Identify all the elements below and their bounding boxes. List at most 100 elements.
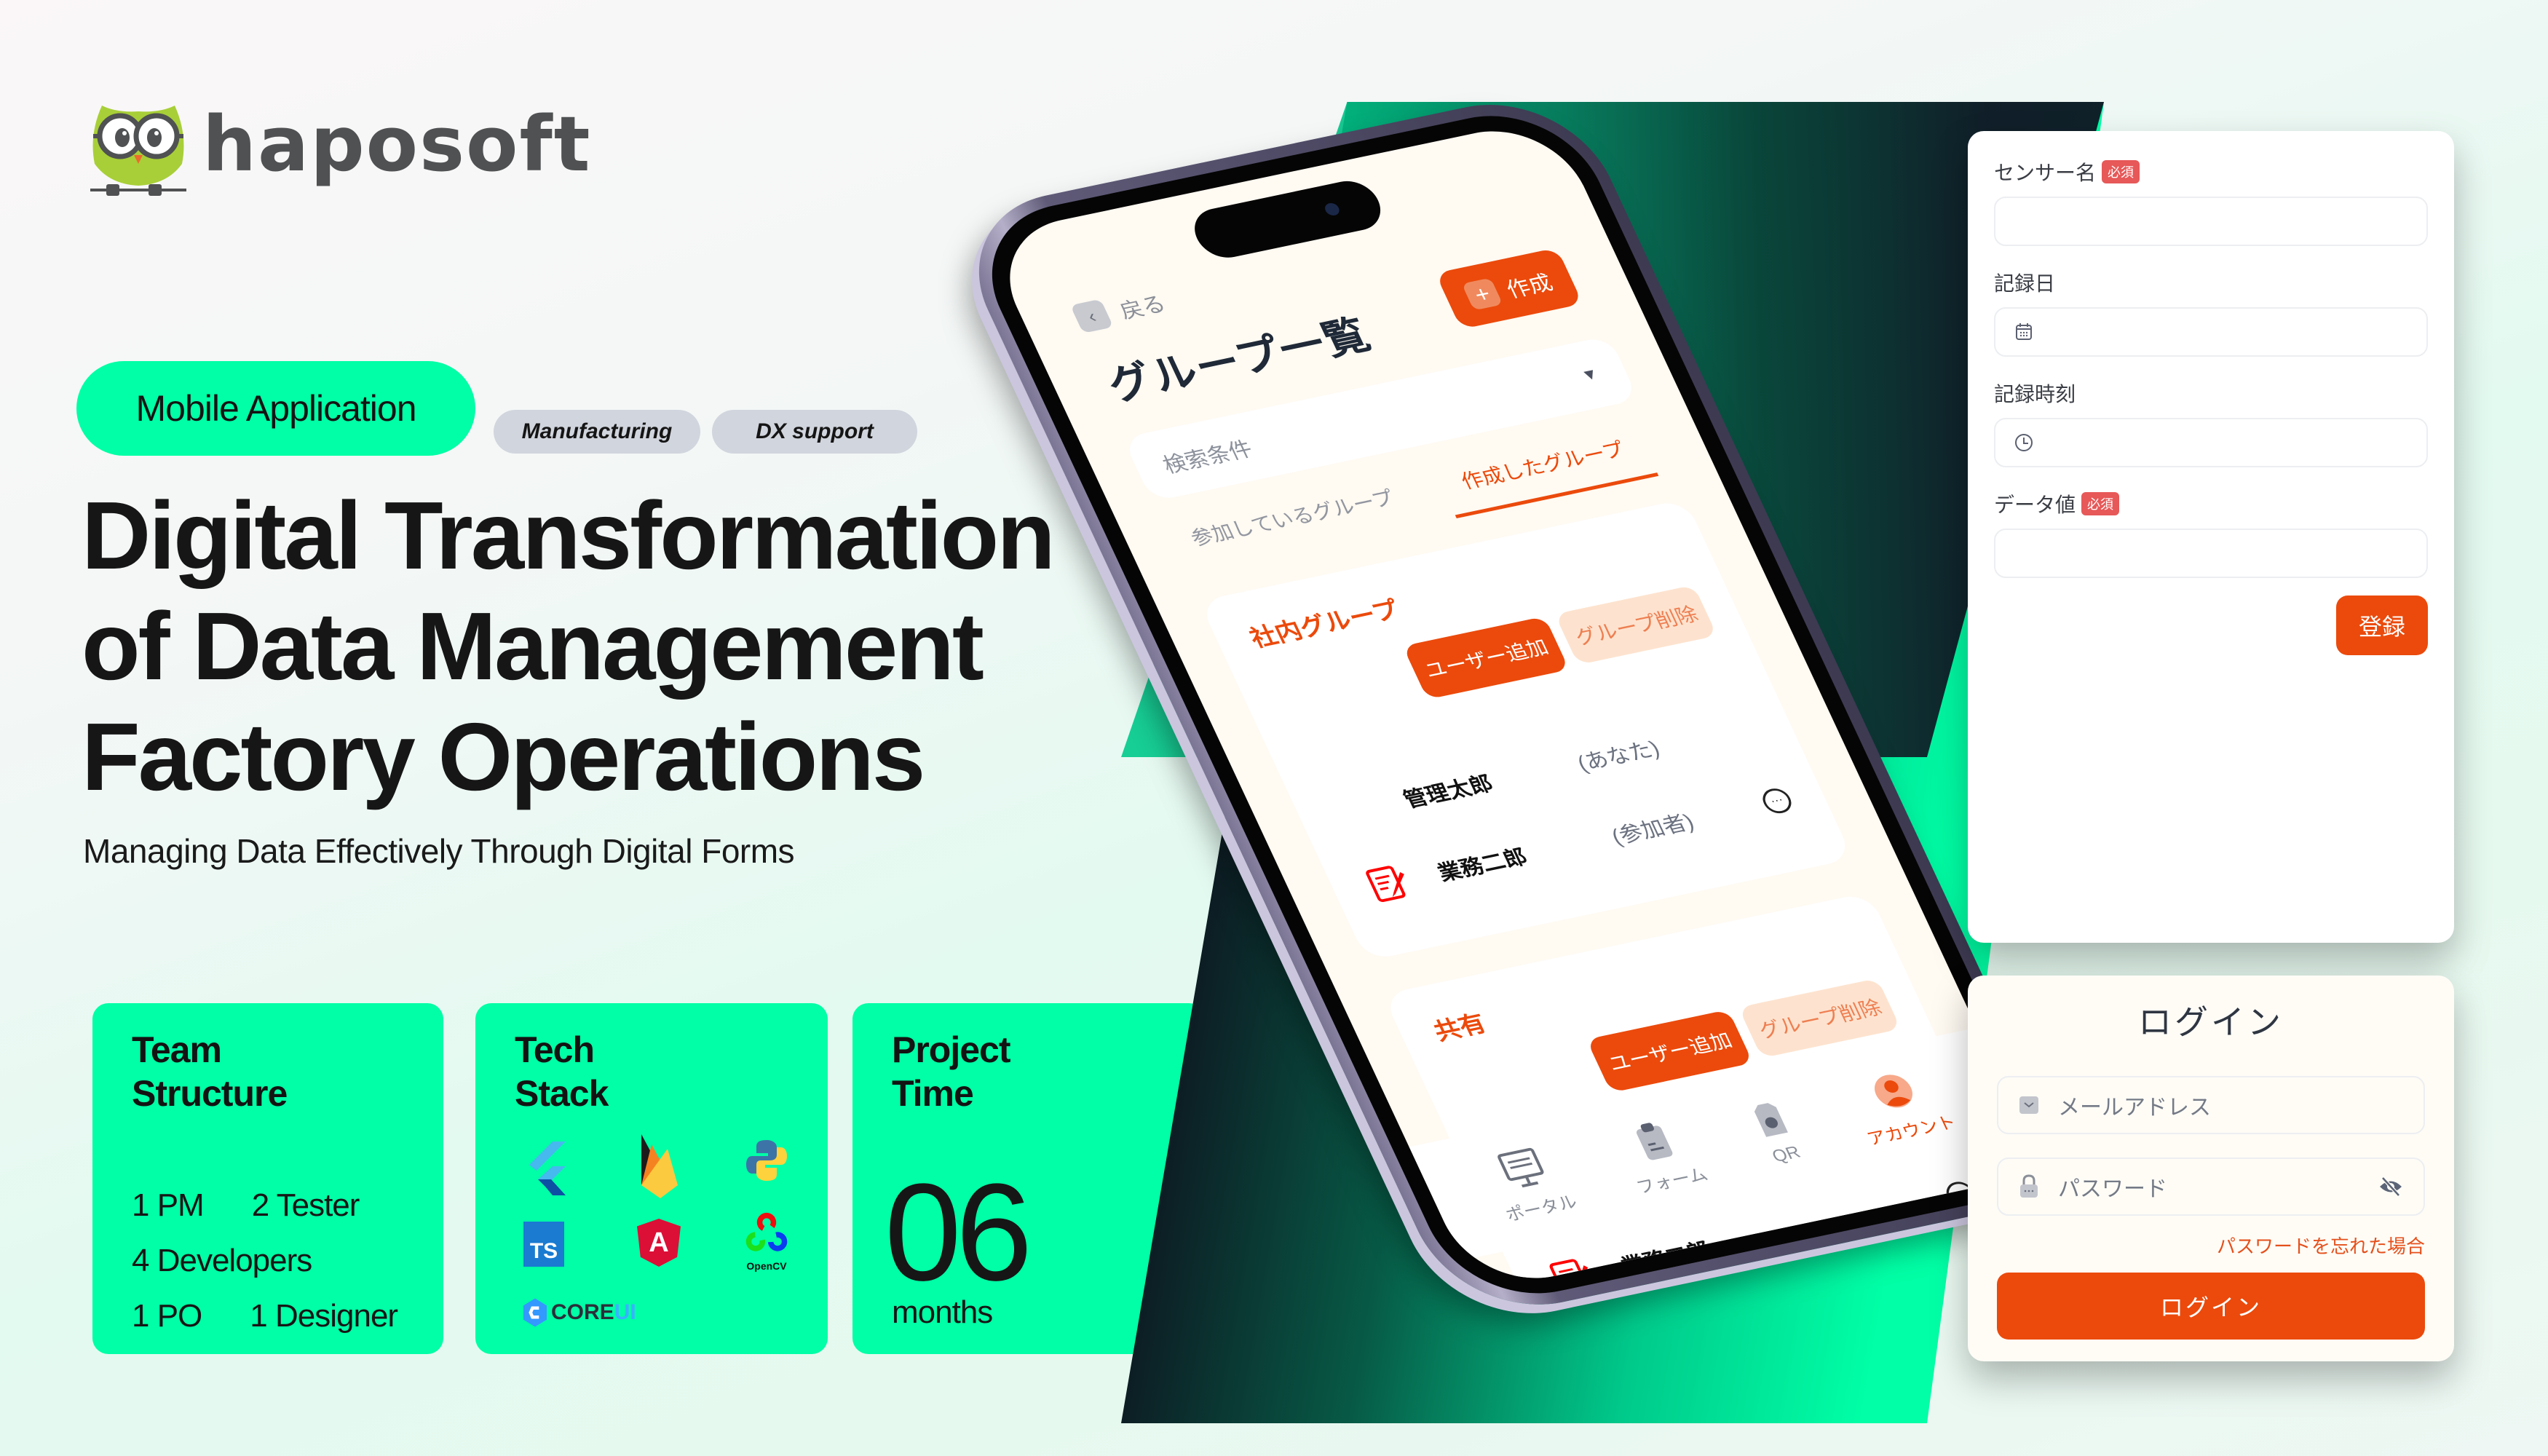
card-title-line: Time bbox=[892, 1073, 974, 1114]
card-title-line: Team bbox=[132, 1029, 222, 1070]
chevron-left-icon: ‹ bbox=[1069, 298, 1114, 333]
field-label-text: 記録時刻 bbox=[1994, 383, 2076, 405]
card-title: Team Structure bbox=[132, 1028, 404, 1115]
login-button[interactable]: ログイン bbox=[1997, 1273, 2425, 1340]
team-row: 1 PM 2 Tester bbox=[132, 1178, 397, 1233]
calendar-icon bbox=[2016, 323, 2032, 340]
member-role: (あなた) bbox=[1573, 737, 1664, 776]
team-roster: 1 PM 2 Tester 4 Developers 1 PO 1 Design… bbox=[132, 1178, 398, 1344]
nav-item-portal[interactable]: ポータル bbox=[1479, 1142, 1581, 1225]
tech-stack-card: Tech Stack TS A OpenCV CORE UI bbox=[475, 1003, 828, 1354]
lock-icon bbox=[2020, 1174, 2038, 1198]
category-tag-primary: Mobile Application bbox=[76, 361, 475, 456]
headline-line: Digital Transformation bbox=[82, 482, 1056, 589]
tab-created-groups[interactable]: 作成したグループ bbox=[1431, 422, 1659, 518]
team-member-count: 4 Developers bbox=[132, 1243, 312, 1278]
edit-document-icon bbox=[1366, 866, 1406, 903]
field-label-record-date: 記録日 bbox=[1994, 266, 2428, 298]
project-duration-value: 06 bbox=[885, 1155, 1032, 1310]
card-title-line: Stack bbox=[515, 1073, 609, 1114]
team-row: 1 PO 1 Designer bbox=[132, 1289, 398, 1344]
team-member-count: 1 PO bbox=[132, 1298, 202, 1334]
angular-icon: A bbox=[637, 1219, 681, 1267]
create-label: 作成 bbox=[1503, 271, 1557, 303]
coreui-icon: CORE UI bbox=[523, 1294, 669, 1331]
typescript-icon: TS bbox=[523, 1222, 564, 1267]
delete-group-button[interactable]: グループ削除 bbox=[1554, 585, 1717, 665]
headline-line: Factory Operations bbox=[82, 703, 925, 810]
member-role: (参加者) bbox=[1607, 810, 1698, 850]
project-duration-unit: months bbox=[892, 1294, 993, 1330]
monitor-icon bbox=[1497, 1147, 1544, 1187]
owl-mascot-icon bbox=[87, 91, 189, 197]
category-tag-dx-support: DX support bbox=[712, 410, 917, 454]
coreui-label: CORE bbox=[551, 1300, 614, 1324]
coreui-label-accent: UI bbox=[614, 1300, 636, 1324]
sensor-data-form: センサー名 必須 記録日 記録時刻 データ値 必須 登録 bbox=[1968, 131, 2454, 943]
password-placeholder: パスワード bbox=[2058, 1177, 2167, 1201]
member-icon-placeholder bbox=[1324, 786, 1384, 833]
caret-down-icon: ▼ bbox=[1578, 364, 1602, 384]
python-icon bbox=[746, 1140, 787, 1181]
opencv-icon: OpenCV bbox=[737, 1211, 796, 1273]
nav-label: ポータル bbox=[1502, 1192, 1580, 1225]
create-group-button[interactable]: + 作成 bbox=[1435, 248, 1583, 330]
nav-item-form[interactable]: フォーム bbox=[1610, 1115, 1711, 1198]
card-title: Project Time bbox=[892, 1028, 1166, 1115]
nav-label: フォーム bbox=[1633, 1164, 1711, 1198]
record-date-input[interactable] bbox=[1994, 307, 2428, 357]
page-headline: Digital Transformation of Data Managemen… bbox=[82, 480, 1056, 812]
brand-name: haposoft bbox=[202, 99, 592, 189]
forgot-password-link[interactable]: パスワードを忘れた場合 bbox=[2217, 1232, 2425, 1259]
flutter-icon bbox=[529, 1142, 566, 1195]
firebase-icon bbox=[641, 1134, 678, 1198]
brand-logo: haposoft bbox=[87, 91, 591, 197]
email-field[interactable]: メールアドレス bbox=[1997, 1076, 2425, 1134]
edit-document-icon bbox=[1549, 1259, 1589, 1293]
field-label-sensor-name: センサー名 必須 bbox=[1994, 156, 2428, 188]
add-user-button[interactable]: ユーザー追加 bbox=[1402, 616, 1570, 700]
register-button[interactable]: 登録 bbox=[2336, 596, 2428, 655]
category-tag-manufacturing: Manufacturing bbox=[494, 410, 700, 454]
record-time-input[interactable] bbox=[1994, 418, 2428, 467]
card-title-line: Structure bbox=[132, 1073, 288, 1114]
team-structure-card: Team Structure 1 PM 2 Tester 4 Developer… bbox=[92, 1003, 443, 1354]
required-badge: 必須 bbox=[2081, 492, 2120, 515]
member-name: 管理太郎 bbox=[1399, 772, 1497, 812]
password-field[interactable]: パスワード bbox=[1997, 1158, 2425, 1216]
data-value-input[interactable] bbox=[1994, 529, 2428, 578]
card-title-line: Project bbox=[892, 1029, 1011, 1070]
group-card: 社内グループ ユーザー追加 グループ削除 管理太郎 (あなた) 業務二郎 (参加… bbox=[1198, 499, 1853, 962]
team-member-count: 1 PM bbox=[132, 1187, 205, 1223]
team-row: 4 Developers bbox=[132, 1233, 397, 1289]
field-label-record-time: 記録時刻 bbox=[1994, 377, 2428, 409]
qr-badge-icon bbox=[1754, 1103, 1788, 1137]
team-member-count: 1 Designer bbox=[250, 1298, 398, 1334]
sensor-name-input[interactable] bbox=[1994, 197, 2428, 246]
clipboard-icon bbox=[1636, 1123, 1672, 1160]
search-placeholder: 検索条件 bbox=[1159, 437, 1257, 478]
field-label-text: センサー名 bbox=[1994, 162, 2097, 184]
delete-group-button[interactable]: グループ削除 bbox=[1738, 978, 1902, 1059]
required-badge: 必須 bbox=[2102, 160, 2140, 183]
card-title: Tech Stack bbox=[515, 1028, 788, 1115]
dynamic-island bbox=[1185, 176, 1390, 263]
nav-label: QR bbox=[1768, 1142, 1804, 1166]
clock-icon bbox=[2015, 434, 2033, 451]
member-name: 業務二郎 bbox=[1618, 1238, 1715, 1279]
back-button[interactable]: ‹ 戻る bbox=[1069, 286, 1170, 333]
member-name: 業務二郎 bbox=[1433, 845, 1532, 886]
nav-item-account[interactable]: アカウント bbox=[1840, 1062, 1959, 1149]
nav-item-qr[interactable]: QR bbox=[1741, 1096, 1811, 1168]
card-title-line: Tech bbox=[515, 1029, 595, 1070]
team-member-count: 2 Tester bbox=[251, 1187, 360, 1223]
eye-off-icon[interactable] bbox=[2378, 1176, 2403, 1198]
field-label-text: 記録日 bbox=[1994, 272, 2056, 295]
user-icon bbox=[1874, 1074, 1912, 1108]
opencv-label: OpenCV bbox=[746, 1260, 787, 1272]
more-options-icon[interactable]: ··· bbox=[1758, 786, 1796, 816]
plus-icon: + bbox=[1461, 277, 1503, 311]
email-placeholder: メールアドレス bbox=[2058, 1096, 2211, 1120]
field-label-data-value: データ値 必須 bbox=[1994, 488, 2428, 520]
field-label-text: データ値 bbox=[1994, 494, 2076, 516]
